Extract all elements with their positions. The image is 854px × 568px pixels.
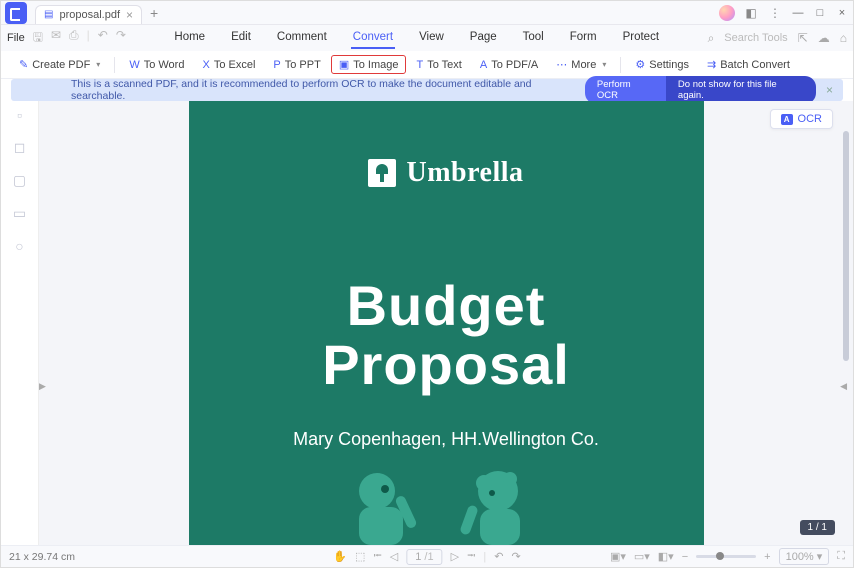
image-icon: ▣ xyxy=(339,58,349,71)
read-mode-icon[interactable]: ◧▾ xyxy=(658,550,674,563)
fullscreen-icon[interactable]: ⛶ xyxy=(837,550,845,563)
brand-name: Umbrella xyxy=(406,157,523,189)
thumbnails-icon[interactable]: ▫ xyxy=(17,107,22,123)
word-icon: W xyxy=(129,59,139,71)
chat-icon[interactable]: ○ xyxy=(15,238,23,254)
dismiss-notice-button[interactable]: Do not show for this file again. xyxy=(666,76,816,104)
menu-protect[interactable]: Protect xyxy=(621,27,661,49)
rotate-right-icon[interactable]: ↷ xyxy=(511,550,520,563)
pdfa-icon: A xyxy=(480,59,487,71)
ocr-floating-button[interactable]: A OCR xyxy=(770,109,833,129)
view-mode-icon[interactable]: ▭▾ xyxy=(634,550,650,563)
rotate-left-icon[interactable]: ↶ xyxy=(494,550,503,563)
zoom-in-icon[interactable]: + xyxy=(764,551,770,563)
menu-convert[interactable]: Convert xyxy=(351,27,395,49)
document-tab[interactable]: ▤ proposal.pdf × xyxy=(35,5,142,24)
batch-icon: ⇉ xyxy=(707,58,716,71)
menu-form[interactable]: Form xyxy=(568,27,599,49)
select-tool-icon[interactable]: ⬚ xyxy=(355,550,365,563)
batch-convert-button[interactable]: ⇉Batch Convert xyxy=(699,55,798,74)
notify-icon[interactable]: ◧ xyxy=(742,4,760,22)
new-tab-button[interactable]: + xyxy=(150,5,158,21)
menu-view[interactable]: View xyxy=(417,27,446,49)
menu-page[interactable]: Page xyxy=(468,27,499,49)
separator xyxy=(620,57,621,73)
fit-mode-icon[interactable]: ▣▾ xyxy=(610,550,626,563)
document-page: Umbrella BudgetProposal Mary Copenhagen,… xyxy=(189,101,704,545)
document-title: BudgetProposal xyxy=(189,277,704,395)
ocr-badge-icon: A xyxy=(781,114,793,125)
hand-tool-icon[interactable]: ✋ xyxy=(333,550,347,563)
search-icon[interactable]: ⌕ xyxy=(708,31,715,46)
menu-tool[interactable]: Tool xyxy=(521,27,546,49)
settings-button[interactable]: ⚙Settings xyxy=(627,55,697,74)
pdf-icon: ▤ xyxy=(44,9,53,20)
save-icon[interactable]: 🖫 xyxy=(33,28,43,49)
tab-filename: proposal.pdf xyxy=(59,9,120,21)
file-menu[interactable]: File xyxy=(7,32,25,44)
illustration xyxy=(189,465,704,545)
close-tab-icon[interactable]: × xyxy=(126,8,133,22)
first-page-icon[interactable]: ⭰ xyxy=(373,547,381,566)
umbrella-logo-icon xyxy=(368,159,396,187)
expand-right-icon[interactable]: ◀ xyxy=(840,381,847,392)
mail-icon[interactable]: ✉ xyxy=(51,28,61,49)
avatar-icon[interactable] xyxy=(718,4,736,22)
perform-ocr-button[interactable]: Perform OCR xyxy=(585,76,666,104)
more-button[interactable]: ⋯More▾ xyxy=(548,55,614,74)
to-text-button[interactable]: TTo Text xyxy=(408,56,469,74)
prev-page-icon[interactable]: ◁ xyxy=(390,550,398,563)
zoom-slider[interactable] xyxy=(696,555,756,558)
kebab-icon[interactable]: ⋮ xyxy=(766,4,784,22)
bookmarks-icon[interactable]: ◻ xyxy=(14,139,26,156)
to-excel-button[interactable]: XTo Excel xyxy=(194,56,263,74)
comments-icon[interactable]: ▢ xyxy=(13,172,26,189)
close-window-button[interactable]: × xyxy=(831,5,853,21)
minimize-button[interactable]: — xyxy=(787,5,809,21)
notice-text: This is a scanned PDF, and it is recomme… xyxy=(71,78,585,102)
close-notice-icon[interactable]: × xyxy=(826,83,833,97)
vertical-scrollbar[interactable] xyxy=(843,131,849,361)
document-subtitle: Mary Copenhagen, HH.Wellington Co. xyxy=(189,429,704,450)
more-icon: ⋯ xyxy=(556,58,567,71)
attachments-icon[interactable]: ▭ xyxy=(13,205,26,222)
to-pdfa-button[interactable]: ATo PDF/A xyxy=(472,56,546,74)
ocr-notice-bar: This is a scanned PDF, and it is recomme… xyxy=(11,79,843,101)
text-icon: T xyxy=(416,59,423,71)
last-page-icon[interactable]: ⭲ xyxy=(467,547,475,566)
share-icon[interactable]: ⇱ xyxy=(798,31,808,45)
to-word-button[interactable]: WTo Word xyxy=(121,56,192,74)
next-page-icon[interactable]: ▷ xyxy=(451,550,459,563)
app-logo-icon xyxy=(5,2,27,24)
create-pdf-icon: ✎ xyxy=(19,58,28,71)
gear-icon: ⚙ xyxy=(635,58,645,71)
zoom-out-icon[interactable]: − xyxy=(682,551,688,563)
zoom-level[interactable]: 100% ▾ xyxy=(779,548,830,565)
undo-icon[interactable]: ↶ xyxy=(98,28,108,49)
redo-icon[interactable]: ↷ xyxy=(116,28,126,49)
home-icon[interactable]: ⌂ xyxy=(840,31,847,45)
page-indicator-badge: 1 / 1 xyxy=(800,520,835,535)
page-dimensions: 21 x 29.74 cm xyxy=(9,551,75,563)
menu-home[interactable]: Home xyxy=(172,27,207,49)
to-ppt-button[interactable]: PTo PPT xyxy=(265,56,328,74)
to-image-button[interactable]: ▣To Image xyxy=(331,55,407,74)
nav-sep: | xyxy=(483,551,486,563)
excel-icon: X xyxy=(202,59,209,71)
search-placeholder[interactable]: Search Tools xyxy=(724,32,787,44)
qat-separator: | xyxy=(87,28,90,49)
create-pdf-button[interactable]: ✎Create PDF▾ xyxy=(11,55,108,74)
page-number-input[interactable]: 1 /1 xyxy=(406,549,442,565)
cloud-icon[interactable]: ☁ xyxy=(818,31,830,45)
print-icon[interactable]: ⎙ xyxy=(69,28,79,49)
menu-comment[interactable]: Comment xyxy=(275,27,329,49)
maximize-button[interactable]: □ xyxy=(809,5,831,21)
separator xyxy=(114,57,115,73)
menu-edit[interactable]: Edit xyxy=(229,27,253,49)
ppt-icon: P xyxy=(273,59,280,71)
